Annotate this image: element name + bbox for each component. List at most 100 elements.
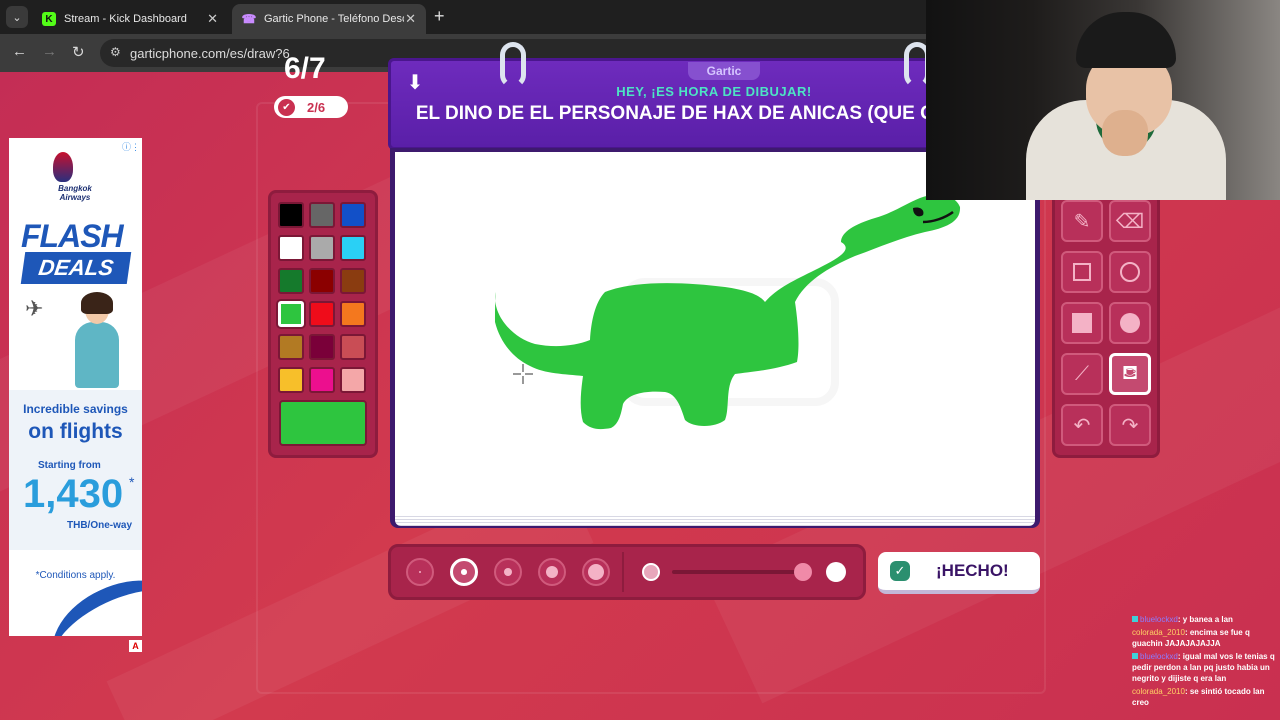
drawing-canvas[interactable] <box>395 152 1035 514</box>
color-swatch[interactable] <box>340 202 366 228</box>
chat-username[interactable]: colorada_2010 <box>1132 687 1185 696</box>
tab-title: Stream - Kick Dashboard <box>64 13 187 25</box>
dinosaur-drawing <box>495 194 961 430</box>
new-tab-button[interactable]: + <box>434 6 445 27</box>
filled-ellipse-icon <box>1120 313 1140 333</box>
round-counter: 6/7 <box>284 52 326 85</box>
color-swatch[interactable] <box>278 367 304 393</box>
color-swatch[interactable] <box>309 235 335 261</box>
pencil-tool[interactable]: ✎ <box>1061 200 1103 242</box>
stream-chat: bluelockxd: y banea a lan colorada_2010: … <box>1132 614 1280 720</box>
check-icon: ✔ <box>278 98 295 116</box>
color-swatch[interactable] <box>309 202 335 228</box>
brush-size-option[interactable] <box>450 558 478 586</box>
ad-model-image <box>69 292 125 388</box>
ad-choices-icon[interactable]: A <box>129 640 142 652</box>
ellipse-tool[interactable] <box>1109 251 1151 293</box>
check-icon: ✓ <box>890 561 910 581</box>
opacity-slider-knob[interactable] <box>794 563 812 581</box>
notebook-ring <box>500 42 526 88</box>
tab-search-menu[interactable]: ⌄ <box>6 6 28 28</box>
opacity-min-dot[interactable] <box>642 563 660 581</box>
chat-message: colorada_2010: se sintió tocado lan creo <box>1132 686 1280 708</box>
ellipse-icon <box>1120 262 1140 282</box>
airplane-icon: ✈ <box>25 296 44 321</box>
color-swatch[interactable] <box>309 301 335 327</box>
color-swatch[interactable] <box>340 268 366 294</box>
chat-message: bluelockxd: y banea a lan <box>1132 614 1280 625</box>
color-swatch[interactable] <box>278 268 304 294</box>
back-icon[interactable]: ← <box>12 43 27 60</box>
ad-from: Starting from <box>38 460 101 471</box>
tab-title: Gartic Phone - Teléfono Descon <box>264 13 404 25</box>
notebook-pages <box>395 514 1035 526</box>
chat-message: colorada_2010: encima se fue q guachin J… <box>1132 627 1280 649</box>
color-swatch[interactable] <box>340 367 366 393</box>
airline-logo <box>53 152 73 182</box>
opacity-slider-track[interactable] <box>672 570 812 574</box>
done-button[interactable]: ✓ ¡HECHO! <box>878 552 1040 594</box>
color-swatch[interactable] <box>340 235 366 261</box>
chat-username[interactable]: bluelockxd <box>1140 652 1178 661</box>
rectangle-icon <box>1073 263 1091 281</box>
line-icon: ⟋ <box>1075 362 1089 385</box>
brush-size-option[interactable] <box>538 558 566 586</box>
close-tab-icon[interactable]: ✕ <box>405 11 416 27</box>
ad-conditions: *Conditions apply. <box>35 570 116 581</box>
advertisement[interactable]: Bangkok Airways FLASH DEALS ✈ Incredible… <box>9 138 142 636</box>
color-swatch[interactable] <box>309 367 335 393</box>
line-tool[interactable]: ⟋ <box>1061 353 1103 395</box>
chat-message: bluelockxd: igual mal vos le tenias q pe… <box>1132 651 1280 684</box>
gartic-logo: Gartic <box>688 62 760 80</box>
color-swatch[interactable] <box>278 202 304 228</box>
current-color-preview <box>279 400 367 446</box>
filled-ellipse-tool[interactable] <box>1109 302 1151 344</box>
color-swatch[interactable] <box>340 301 366 327</box>
chat-badge-icon <box>1132 653 1138 659</box>
kick-icon: K <box>42 12 56 26</box>
ad-info-icon[interactable]: ⓘ⋮ <box>122 140 140 153</box>
ad-headline-deals: DEALS <box>20 252 132 284</box>
filled-rectangle-tool[interactable] <box>1061 302 1103 344</box>
toolbar-divider <box>622 552 624 592</box>
brush-size-option[interactable] <box>494 558 522 586</box>
url-text: garticphone.com/es/draw?6 <box>130 45 290 61</box>
streamer-hand <box>1102 110 1148 156</box>
ad-price: 1,430 <box>23 472 124 516</box>
undo-tool[interactable]: ↶ <box>1061 404 1103 446</box>
done-button-label: ¡HECHO! <box>936 561 1009 580</box>
site-info-icon[interactable]: ⚙ <box>110 45 121 59</box>
redo-icon: ↷ <box>1121 414 1139 437</box>
color-swatch[interactable] <box>340 334 366 360</box>
color-swatch[interactable] <box>309 334 335 360</box>
undo-icon: ↶ <box>1073 414 1091 437</box>
players-done-count: 2/6 <box>307 99 326 115</box>
chat-username[interactable]: colorada_2010 <box>1132 628 1185 637</box>
filled-rectangle-icon <box>1072 313 1092 333</box>
color-swatch[interactable] <box>278 235 304 261</box>
reload-icon[interactable]: ↻ <box>72 43 85 61</box>
brush-size-option[interactable] <box>406 558 434 586</box>
tab-gartic-phone[interactable]: ☎ Gartic Phone - Teléfono Descon ✕ <box>232 4 426 34</box>
crosshair-cursor <box>513 364 533 384</box>
forward-icon[interactable]: → <box>42 43 57 60</box>
fill-bucket-tool[interactable]: ⛾ <box>1109 353 1151 395</box>
fill-bucket-icon: ⛾ <box>1121 361 1139 384</box>
color-swatch[interactable] <box>309 268 335 294</box>
close-tab-icon[interactable]: ✕ <box>207 11 218 27</box>
rectangle-tool[interactable] <box>1061 251 1103 293</box>
ad-price-asterisk: * <box>129 474 135 490</box>
brush-size-option[interactable] <box>582 558 610 586</box>
opacity-max-dot[interactable] <box>826 562 846 582</box>
players-done-badge: ✔ 2/6 <box>274 96 348 118</box>
ad-brand: Bangkok Airways <box>58 184 92 202</box>
ad-unit: THB/One-way <box>67 520 133 531</box>
phone-icon: ☎ <box>241 12 257 26</box>
eraser-tool[interactable]: ⌫ <box>1109 200 1151 242</box>
color-swatch[interactable] <box>278 301 304 327</box>
tab-kick-dashboard[interactable]: K Stream - Kick Dashboard ✕ <box>32 4 228 34</box>
webcam-overlay <box>926 0 1280 200</box>
color-swatch[interactable] <box>278 334 304 360</box>
chat-username[interactable]: bluelockxd <box>1140 615 1178 624</box>
redo-tool[interactable]: ↷ <box>1109 404 1151 446</box>
